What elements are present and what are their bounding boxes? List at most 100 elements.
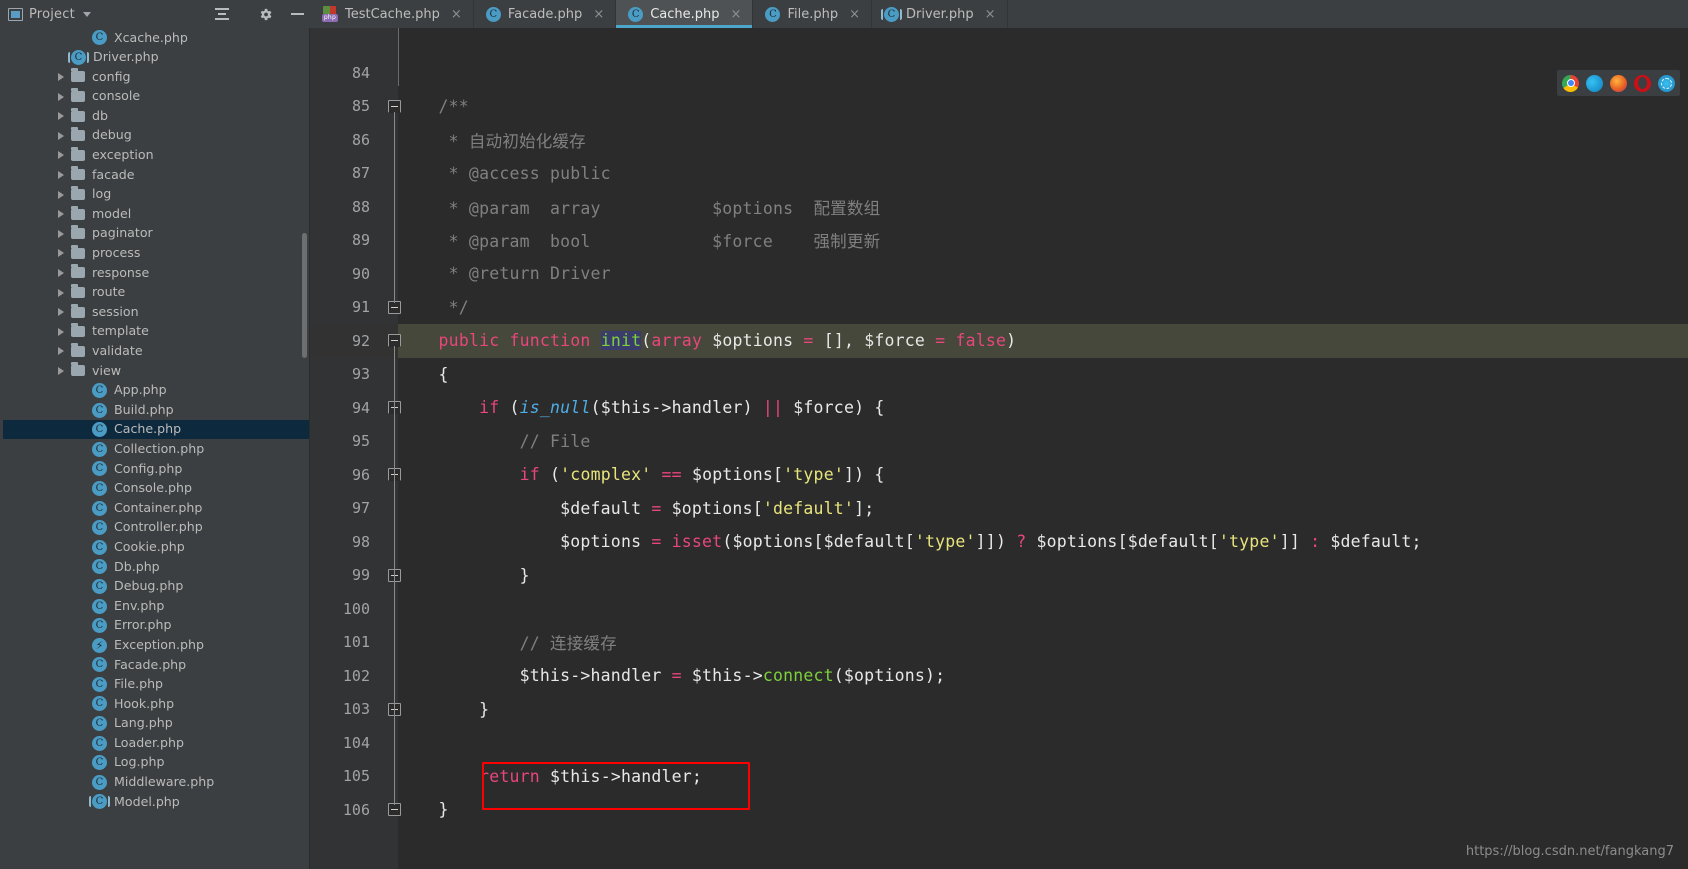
tree-item-facade-php[interactable]: CFacade.php xyxy=(0,655,309,675)
code-line[interactable]: 95 // File xyxy=(310,425,1688,459)
expand-arrow-icon[interactable] xyxy=(58,269,64,277)
tree-item-config[interactable]: config xyxy=(0,67,309,87)
settings-button[interactable] xyxy=(252,7,278,22)
tree-item-config-php[interactable]: CConfig.php xyxy=(0,459,309,479)
tree-item-env-php[interactable]: CEnv.php xyxy=(0,596,309,616)
expand-arrow-icon[interactable] xyxy=(58,289,64,297)
tree-item-session[interactable]: session xyxy=(0,302,309,322)
tree-item-xcache-php[interactable]: CXcache.php xyxy=(0,28,309,48)
tree-item-response[interactable]: response xyxy=(0,263,309,283)
code-line[interactable]: 98 $options = isset($options[$default['t… xyxy=(310,525,1688,559)
editor-tab-file-php[interactable]: CFile.php× xyxy=(753,0,872,28)
tree-item-log[interactable]: log xyxy=(0,185,309,205)
browser-preview-toolbar[interactable] xyxy=(1557,70,1680,96)
code-line[interactable]: 92 public function init(array $options =… xyxy=(310,324,1688,358)
tree-item-file-php[interactable]: CFile.php xyxy=(0,675,309,695)
chevron-down-icon[interactable] xyxy=(83,12,91,17)
expand-arrow-icon[interactable] xyxy=(58,73,64,81)
tree-item-build-php[interactable]: CBuild.php xyxy=(0,400,309,420)
editor-tab-facade-php[interactable]: CFacade.php× xyxy=(474,0,616,28)
expand-arrow-icon[interactable] xyxy=(58,151,64,159)
expand-arrow-icon[interactable] xyxy=(58,230,64,238)
expand-arrow-icon[interactable] xyxy=(58,112,64,120)
code-line[interactable]: 96 if ('complex' == $options['type']) { xyxy=(310,458,1688,492)
tree-item-model-php[interactable]: CModel.php xyxy=(0,792,309,812)
code-line[interactable]: 97 $default = $options['default']; xyxy=(310,492,1688,526)
expand-arrow-icon[interactable] xyxy=(58,328,64,336)
tree-item-collection-php[interactable]: CCollection.php xyxy=(0,439,309,459)
safari-icon[interactable] xyxy=(1658,75,1675,92)
code-line[interactable]: 89 * @param bool $force 强制更新 xyxy=(310,224,1688,258)
expand-arrow-icon[interactable] xyxy=(58,308,64,316)
tree-item-exception[interactable]: exception xyxy=(0,146,309,166)
tree-item-lang-php[interactable]: CLang.php xyxy=(0,714,309,734)
tree-item-model[interactable]: model xyxy=(0,204,309,224)
code-line[interactable]: 93 { xyxy=(310,358,1688,392)
tree-item-facade[interactable]: facade xyxy=(0,165,309,185)
tree-item-template[interactable]: template xyxy=(0,322,309,342)
hide-panel-button[interactable] xyxy=(284,13,310,15)
code-line[interactable]: 86 * 自动初始化缓存 xyxy=(310,123,1688,157)
code-line[interactable]: 99 } xyxy=(310,559,1688,593)
code-line[interactable]: 100 xyxy=(310,592,1688,626)
tree-item-debug-php[interactable]: CDebug.php xyxy=(0,577,309,597)
editor-tab-testcache-php[interactable]: phpTestCache.php× xyxy=(310,0,474,28)
firefox-icon[interactable] xyxy=(1610,75,1627,92)
collapse-all-button[interactable] xyxy=(209,8,235,20)
project-tree-panel[interactable]: CXcache.phpCDriver.phpconfigconsoledbdeb… xyxy=(0,28,310,869)
opera-icon[interactable] xyxy=(1634,75,1651,92)
tree-item-hook-php[interactable]: CHook.php xyxy=(0,694,309,714)
code-line[interactable]: 103 } xyxy=(310,693,1688,727)
tree-item-db-php[interactable]: CDb.php xyxy=(0,557,309,577)
editor-tab-cache-php[interactable]: CCache.php× xyxy=(616,0,753,28)
code-line[interactable]: 94 if (is_null($this->handler) || $force… xyxy=(310,391,1688,425)
edge-icon[interactable] xyxy=(1586,75,1603,92)
close-icon[interactable]: × xyxy=(593,8,604,21)
tree-item-paginator[interactable]: paginator xyxy=(0,224,309,244)
close-icon[interactable]: × xyxy=(985,8,996,21)
code-line[interactable]: 84 xyxy=(310,56,1688,90)
sidebar-scrollbar[interactable] xyxy=(302,233,307,358)
tree-item-console-php[interactable]: CConsole.php xyxy=(0,479,309,499)
code-line[interactable]: 104 xyxy=(310,726,1688,760)
chrome-icon[interactable] xyxy=(1562,75,1579,92)
close-icon[interactable]: × xyxy=(451,8,462,21)
tree-item-view[interactable]: view xyxy=(0,361,309,381)
editor-tab-driver-php[interactable]: CDriver.php× xyxy=(872,0,1008,28)
tree-item-loader-php[interactable]: CLoader.php xyxy=(0,733,309,753)
tree-item-driver-php[interactable]: CDriver.php xyxy=(0,48,309,68)
code-line[interactable]: 105 return $this->handler; xyxy=(310,760,1688,794)
code-line[interactable]: 90 * @return Driver xyxy=(310,257,1688,291)
code-line[interactable]: 87 * @access public xyxy=(310,157,1688,191)
tree-item-app-php[interactable]: CApp.php xyxy=(0,381,309,401)
code-line[interactable]: 88 * @param array $options 配置数组 xyxy=(310,190,1688,224)
code-line[interactable]: 85 /** xyxy=(310,90,1688,124)
tree-item-console[interactable]: console xyxy=(0,87,309,107)
tree-item-middleware-php[interactable]: CMiddleware.php xyxy=(0,773,309,793)
expand-arrow-icon[interactable] xyxy=(58,347,64,355)
code-line[interactable]: 101 // 连接缓存 xyxy=(310,626,1688,660)
tree-item-exception-php[interactable]: ⚡Exception.php xyxy=(0,635,309,655)
expand-arrow-icon[interactable] xyxy=(58,191,64,199)
tree-item-db[interactable]: db xyxy=(0,106,309,126)
expand-arrow-icon[interactable] xyxy=(58,132,64,140)
tree-item-cache-php[interactable]: CCache.php xyxy=(0,420,309,440)
tree-item-debug[interactable]: debug xyxy=(0,126,309,146)
code-line[interactable]: 91 */ xyxy=(310,291,1688,325)
tree-item-controller-php[interactable]: CController.php xyxy=(0,518,309,538)
tree-item-log-php[interactable]: CLog.php xyxy=(0,753,309,773)
expand-arrow-icon[interactable] xyxy=(58,93,64,101)
code-editor[interactable]: 8485 /**86 * 自动初始化缓存87 * @access public8… xyxy=(310,28,1688,869)
tree-item-route[interactable]: route xyxy=(0,283,309,303)
code-line[interactable]: 106 } xyxy=(310,793,1688,827)
tree-item-container-php[interactable]: CContainer.php xyxy=(0,498,309,518)
tree-item-error-php[interactable]: CError.php xyxy=(0,616,309,636)
expand-arrow-icon[interactable] xyxy=(58,171,64,179)
tree-item-cookie-php[interactable]: CCookie.php xyxy=(0,537,309,557)
expand-arrow-icon[interactable] xyxy=(58,249,64,257)
close-icon[interactable]: × xyxy=(849,8,860,21)
tree-item-process[interactable]: process xyxy=(0,244,309,264)
expand-arrow-icon[interactable] xyxy=(58,210,64,218)
close-icon[interactable]: × xyxy=(731,8,742,21)
expand-arrow-icon[interactable] xyxy=(58,367,64,375)
